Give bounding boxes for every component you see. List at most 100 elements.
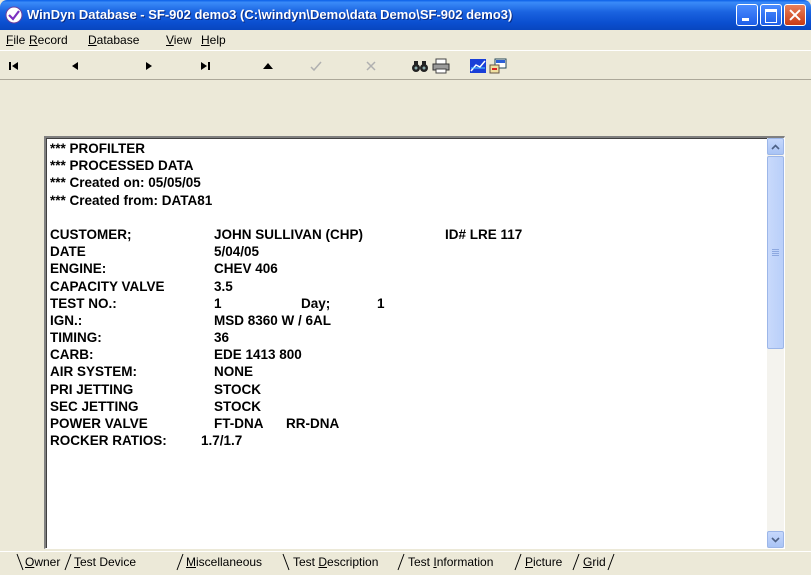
menu-database-key: D xyxy=(88,33,97,47)
tab-test-device-label: est Device xyxy=(80,555,137,569)
text-line: *** Created on: 05/05/05 xyxy=(50,174,762,191)
app-window: WinDyn Database - SF-902 demo3 (C:\windy… xyxy=(0,0,811,575)
print-button[interactable] xyxy=(430,55,452,77)
power-valve-line: POWER VALVE FT-DNA RR-DNA xyxy=(50,415,762,432)
tab-owner[interactable]: Owner xyxy=(25,553,60,571)
export-button[interactable] xyxy=(487,55,509,77)
sec-jetting-value: STOCK xyxy=(214,398,262,414)
customer-label: CUSTOMER; xyxy=(50,226,132,242)
header-line-2: *** PROCESSED DATA xyxy=(50,158,194,174)
menu-bar: File Record Database View Help xyxy=(0,30,811,50)
first-record-button[interactable] xyxy=(3,55,25,77)
export-icon xyxy=(489,58,507,74)
tab-miscellaneous-label: iscellaneous xyxy=(196,555,263,569)
tab-miscellaneous[interactable]: Miscellaneous xyxy=(186,553,262,571)
tab-owner-label: wner xyxy=(34,555,61,569)
header-line-4: *** Created from: DATA81 xyxy=(50,192,213,208)
previous-record-icon xyxy=(72,62,78,70)
post-button[interactable] xyxy=(305,55,327,77)
up-icon xyxy=(263,63,273,69)
tab-test-description[interactable]: Test Description xyxy=(293,553,378,571)
menu-file[interactable]: File xyxy=(6,33,25,47)
menu-record-label: ecord xyxy=(37,33,68,47)
menu-database[interactable]: Database xyxy=(88,33,139,47)
day-value: 1 xyxy=(377,295,385,311)
maximize-button[interactable] xyxy=(760,4,782,26)
tab-test-description-key: D xyxy=(318,555,328,569)
print-icon xyxy=(432,58,450,74)
grip-line xyxy=(772,251,779,252)
capacity-valve-value: 3.5 xyxy=(214,278,233,294)
rocker-ratios-label: ROCKER RATIOS: xyxy=(50,433,167,449)
tab-separator xyxy=(572,553,580,571)
air-system-value: NONE xyxy=(214,364,254,380)
test-description-textbox[interactable]: *** PROFILTER *** PROCESSED DATA *** Cre… xyxy=(44,136,785,549)
header-line-1: *** PROFILTER xyxy=(50,141,146,156)
scroll-up-button[interactable] xyxy=(767,138,784,155)
close-button[interactable] xyxy=(784,4,806,26)
pri-jetting-line: PRI JETTING STOCK xyxy=(50,381,762,398)
tab-grid-key: G xyxy=(583,555,593,569)
timing-line: TIMING: 36 xyxy=(50,329,762,346)
scroll-thumb[interactable] xyxy=(767,156,784,349)
minimize-button[interactable] xyxy=(736,4,758,26)
tab-picture[interactable]: Picture xyxy=(525,553,562,571)
last-record-icon xyxy=(201,62,210,70)
date-value: 5/04/05 xyxy=(214,244,260,260)
chart-button[interactable] xyxy=(467,55,489,77)
timing-value: 36 xyxy=(214,330,230,346)
next-record-button[interactable] xyxy=(138,55,160,77)
last-record-button[interactable] xyxy=(194,55,216,77)
menu-file-label: ile xyxy=(13,33,26,47)
date-line: DATE 5/04/05 xyxy=(50,243,762,260)
previous-record-button[interactable] xyxy=(64,55,86,77)
scroll-down-button[interactable] xyxy=(767,531,784,548)
capacity-valve-label: CAPACITY VALVE xyxy=(50,278,165,294)
grip-line xyxy=(772,253,779,254)
tab-owner-key: O xyxy=(25,555,35,569)
engine-line: ENGINE: CHEV 406 xyxy=(50,260,762,277)
next-record-icon xyxy=(146,62,152,70)
sec-jetting-line: SEC JETTING STOCK xyxy=(50,398,762,415)
chart-icon xyxy=(470,59,486,73)
first-record-icon xyxy=(9,62,18,70)
text-line: *** Created from: DATA81 xyxy=(50,192,762,209)
grip-line xyxy=(772,255,779,256)
tab-grid-label: rid xyxy=(592,555,606,569)
tab-strip: Owner Test Device Miscellaneous Test Des… xyxy=(0,551,811,575)
main-area: *** PROFILTER *** PROCESSED DATA *** Cre… xyxy=(0,81,811,551)
rocker-ratios-line: ROCKER RATIOS: 1.7/1.7 xyxy=(50,432,762,449)
test-no-value: 1 xyxy=(214,295,222,311)
header-line-3: *** Created on: 05/05/05 xyxy=(50,175,201,191)
title-bar[interactable]: WinDyn Database - SF-902 demo3 (C:\windy… xyxy=(0,0,811,30)
menu-record[interactable]: Record xyxy=(29,33,68,47)
menu-help-label: elp xyxy=(209,33,226,47)
up-button[interactable] xyxy=(257,55,279,77)
ign-line: IGN.: MSD 8360 W / 6AL xyxy=(50,312,762,329)
capacity-valve-line: CAPACITY VALVE 3.5 xyxy=(50,278,762,295)
menu-view[interactable]: View xyxy=(166,33,192,47)
tab-test-device[interactable]: Test Device xyxy=(74,553,136,571)
chevron-up-icon xyxy=(771,143,780,150)
tab-separator xyxy=(282,553,290,571)
cancel-button[interactable] xyxy=(360,55,382,77)
tab-picture-key: P xyxy=(525,555,534,569)
menu-view-key: V xyxy=(166,33,174,47)
tab-grid[interactable]: Grid xyxy=(583,553,606,571)
power-valve-label: POWER VALVE xyxy=(50,416,148,431)
tab-test-description-label: escription xyxy=(327,555,379,569)
carb-label: CARB: xyxy=(50,347,94,363)
air-system-line: AIR SYSTEM: NONE xyxy=(50,363,762,380)
menu-help[interactable]: Help xyxy=(201,33,226,47)
tab-picture-label: icture xyxy=(533,555,563,569)
vertical-scrollbar[interactable] xyxy=(767,138,784,548)
menu-view-label: iew xyxy=(173,33,192,47)
power-valve-value: FT-DNA xyxy=(214,416,264,431)
ign-label: IGN.: xyxy=(50,312,83,328)
menu-record-key: R xyxy=(29,33,38,47)
customer-line: CUSTOMER; JOHN SULLIVAN (CHP) ID# LRE 11… xyxy=(50,226,762,243)
tab-test-information[interactable]: Test Information xyxy=(408,553,493,571)
tab-test-information-prefix: Test xyxy=(408,555,434,569)
find-button[interactable] xyxy=(409,55,431,77)
record-text: *** PROFILTER *** PROCESSED DATA *** Cre… xyxy=(50,140,762,546)
